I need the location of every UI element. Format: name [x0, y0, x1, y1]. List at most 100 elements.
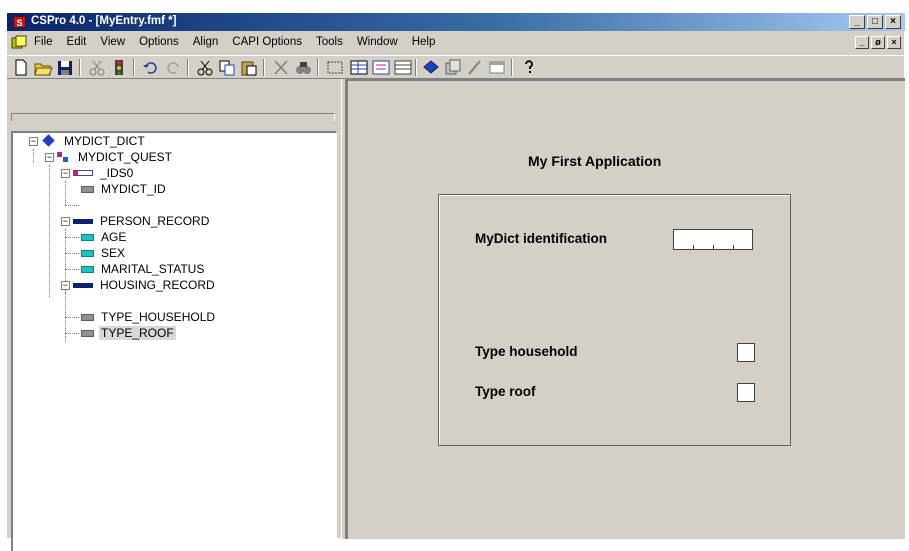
dictionary-icon[interactable]	[421, 58, 441, 77]
panel-tab-strip	[11, 113, 335, 121]
tree-connector	[65, 237, 79, 238]
record-icon	[73, 218, 93, 224]
tree-node-label: MYDICT_QUEST	[78, 150, 173, 164]
tree-connector	[65, 181, 66, 205]
menu-options[interactable]: Options	[138, 36, 180, 48]
questionnaire-icon	[57, 151, 71, 163]
title-bar[interactable]: S CSPro 4.0 - [MyEntry.fmf *] _ □ ×	[7, 13, 905, 31]
roster-icon[interactable]	[349, 58, 369, 77]
minimize-button[interactable]: _	[849, 15, 865, 29]
tree-connector	[65, 205, 79, 206]
tree-node-label: TYPE_ROOF	[99, 326, 176, 340]
tree-node-label: SEX	[101, 246, 126, 260]
undo-icon[interactable]	[141, 58, 161, 77]
id-record-icon	[73, 170, 93, 176]
toolbar-separator	[133, 59, 135, 76]
cut-icon[interactable]	[195, 58, 215, 77]
tree-node-dictionary[interactable]: MYDICT_DICT	[41, 133, 147, 149]
form-group-box[interactable]: MyDict identification Type household Typ…	[438, 194, 791, 446]
tree-node-id-record[interactable]: _IDS0	[73, 165, 135, 181]
copy-icon[interactable]	[217, 58, 237, 77]
roof-field-box[interactable]	[737, 383, 755, 402]
toolbar-separator	[317, 59, 319, 76]
menu-capi-options[interactable]: CAPI Options	[231, 36, 303, 48]
tree-node-record[interactable]: HOUSING_RECORD	[73, 277, 217, 293]
menu-edit[interactable]: Edit	[66, 36, 88, 48]
tree-node-item[interactable]: AGE	[81, 229, 128, 245]
open-icon[interactable]	[33, 58, 53, 77]
document-window-controls: _ ø ×	[855, 36, 901, 49]
menu-bar: File Edit View Options Align CAPI Option…	[7, 33, 905, 53]
tree-connector	[33, 149, 34, 163]
tree-connector	[65, 317, 79, 318]
tree-node-label: HOUSING_RECORD	[100, 278, 215, 292]
item-icon	[81, 185, 94, 193]
doc-close-button[interactable]: ×	[887, 36, 901, 49]
digit-separator	[733, 245, 734, 249]
form-icon[interactable]	[371, 58, 391, 77]
toolbar-separator	[263, 59, 265, 76]
help-icon[interactable]	[519, 58, 539, 77]
tree-node-label: PERSON_RECORD	[100, 214, 210, 228]
window-controls: _ □ ×	[849, 15, 901, 29]
toolbar-separator	[511, 59, 513, 76]
collapse-toggle[interactable]: −	[61, 217, 70, 226]
app-icon[interactable]: S	[13, 16, 26, 28]
form-designer[interactable]: My First Application MyDict identificati…	[346, 79, 905, 539]
tree-panel: − − − − − MYDICT_DICT MYDICT_QUEST _IDS0…	[7, 103, 341, 551]
collapse-toggle[interactable]: −	[61, 169, 70, 178]
new-icon[interactable]	[11, 58, 31, 77]
form-title[interactable]: My First Application	[528, 153, 661, 169]
document-icon[interactable]	[11, 35, 27, 50]
tree-node-label: AGE	[101, 230, 127, 244]
edit-icon[interactable]	[465, 58, 485, 77]
field-label-roof[interactable]: Type roof	[475, 384, 536, 399]
field-label-id[interactable]: MyDict identification	[475, 231, 607, 246]
maximize-button[interactable]: □	[867, 15, 883, 29]
find-icon[interactable]	[293, 58, 313, 77]
digit-separator	[693, 245, 694, 249]
menu-items: File Edit View Options Align CAPI Option…	[33, 36, 436, 48]
select-icon[interactable]	[325, 58, 345, 77]
generate-icon[interactable]	[109, 58, 129, 77]
tree-node-label: MARITAL_STATUS	[101, 262, 205, 276]
dictionary-tree[interactable]: − − − − − MYDICT_DICT MYDICT_QUEST _IDS0…	[11, 131, 337, 551]
doc-restore-button[interactable]: ø	[871, 36, 885, 49]
tree-node-item[interactable]: SEX	[81, 245, 127, 261]
tree-node-item-selected[interactable]: TYPE_ROOF	[81, 325, 176, 341]
redo-icon[interactable]	[163, 58, 183, 77]
window-icon[interactable]	[487, 58, 507, 77]
list-icon[interactable]	[393, 58, 413, 77]
delete-icon[interactable]	[271, 58, 291, 77]
household-field-box[interactable]	[737, 343, 755, 362]
menu-help[interactable]: Help	[411, 36, 437, 48]
menu-align[interactable]: Align	[192, 36, 220, 48]
collapse-toggle[interactable]: −	[29, 137, 38, 146]
collapse-toggle[interactable]: −	[45, 153, 54, 162]
doc-minimize-button[interactable]: _	[855, 36, 869, 49]
tree-node-label: TYPE_HOUSEHOLD	[101, 310, 216, 324]
menu-window[interactable]: Window	[356, 36, 399, 48]
tree-node-item[interactable]: MARITAL_STATUS	[81, 261, 206, 277]
item-cyan-icon	[81, 265, 94, 273]
save-icon[interactable]	[55, 58, 75, 77]
scissors-icon[interactable]	[87, 58, 107, 77]
field-label-household[interactable]: Type household	[475, 344, 578, 359]
tree-connector	[65, 253, 79, 254]
collapse-toggle[interactable]: −	[61, 281, 70, 290]
menu-tools[interactable]: Tools	[315, 36, 344, 48]
item-cyan-icon	[81, 249, 94, 257]
close-button[interactable]: ×	[885, 15, 901, 29]
item-icon	[81, 313, 94, 321]
tree-node-item[interactable]: TYPE_HOUSEHOLD	[81, 309, 217, 325]
menu-file[interactable]: File	[33, 36, 54, 48]
tree-node-label: MYDICT_DICT	[64, 134, 145, 148]
paste-icon[interactable]	[239, 58, 259, 77]
id-field-box[interactable]	[673, 229, 753, 250]
tree-node-item[interactable]: MYDICT_ID	[81, 181, 168, 197]
forms-icon[interactable]	[443, 58, 463, 77]
tree-node-questionnaire[interactable]: MYDICT_QUEST	[57, 149, 174, 165]
menu-view[interactable]: View	[99, 36, 126, 48]
tree-node-record[interactable]: PERSON_RECORD	[73, 213, 211, 229]
toolbar-separator	[187, 59, 189, 76]
